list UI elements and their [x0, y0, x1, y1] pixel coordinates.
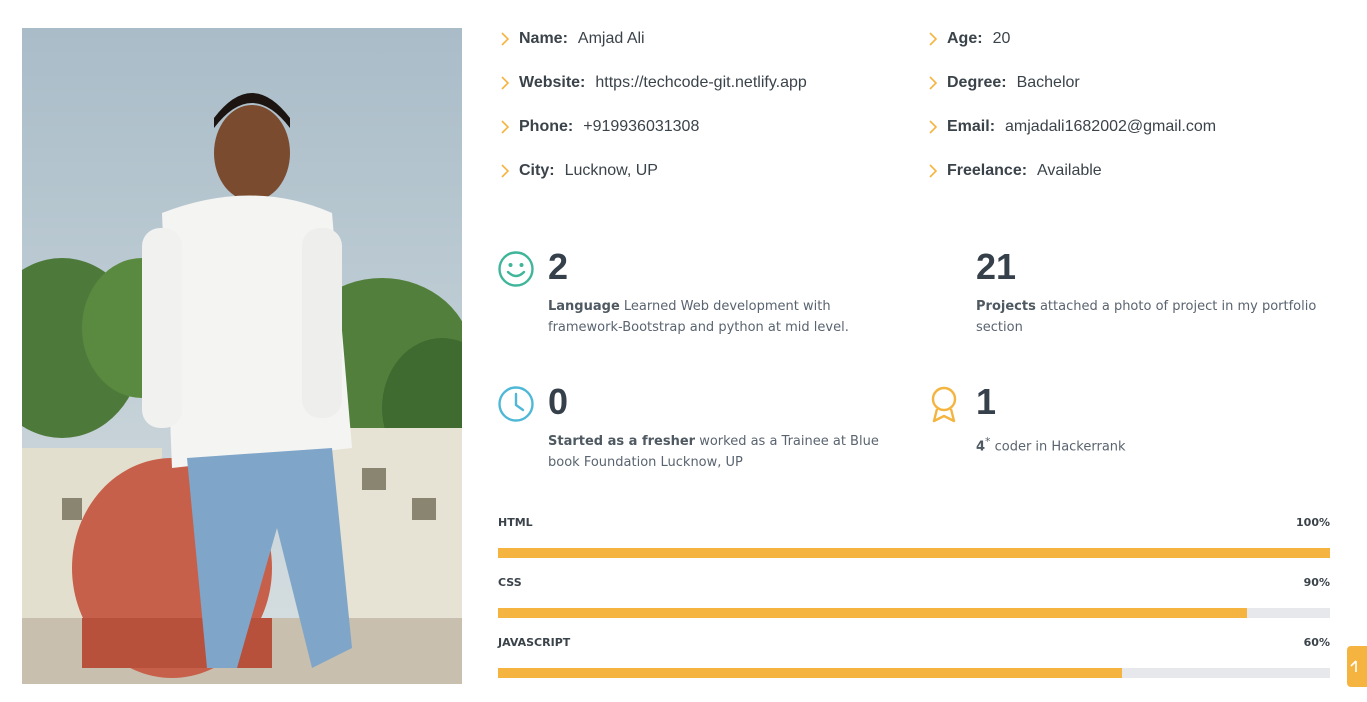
clock-icon — [497, 385, 535, 425]
info-label: Phone: — [519, 118, 574, 135]
counter-description: 4* coder in Hackerrank — [976, 431, 1336, 457]
info-label: Website: — [519, 74, 586, 91]
info-name: Name: Amjad Ali — [498, 28, 645, 50]
skill-name-css: CSS — [498, 576, 522, 589]
counter-title: Projects — [976, 299, 1036, 314]
info-value: Lucknow, UP — [564, 162, 658, 179]
chevron-right-icon — [926, 116, 940, 138]
skill-bar-fill — [498, 548, 1330, 558]
info-value: 20 — [992, 30, 1011, 47]
info-label: City: — [519, 162, 555, 179]
counter-title: Started as a fresher — [548, 434, 696, 449]
info-value: Bachelor — [1016, 74, 1080, 91]
chevron-right-icon — [498, 28, 512, 50]
counter-description: Started as a fresher worked as a Trainee… — [548, 431, 908, 473]
skill-name-javascript: JAVASCRIPT — [498, 636, 571, 649]
profile-photo — [22, 28, 462, 684]
smile-icon — [497, 250, 535, 290]
portrait-photo — [22, 28, 462, 684]
info-website: Website: https://techcode-git.netlify.ap… — [498, 72, 807, 94]
counter-number: 0 — [548, 381, 569, 422]
counter-title: Language — [548, 299, 620, 314]
info-value: Available — [1037, 162, 1102, 179]
chevron-right-icon — [498, 160, 512, 182]
info-label: Freelance: — [947, 162, 1028, 179]
chevron-right-icon — [926, 160, 940, 182]
info-value: +919936031308 — [583, 118, 700, 135]
award-icon — [928, 385, 966, 425]
skill-bar-css — [498, 608, 1330, 618]
counter-description: Projects attached a photo of project in … — [976, 296, 1336, 338]
counter-title: 4 — [976, 439, 986, 455]
chevron-right-icon — [498, 72, 512, 94]
counter-description: Language Learned Web development with fr… — [548, 296, 908, 338]
skill-bar-fill — [498, 668, 1122, 678]
info-value: Amjad Ali — [577, 30, 645, 47]
email-link[interactable]: amjadali1682002@gmail.com — [1005, 118, 1216, 136]
info-age: Age: 20 — [926, 28, 1010, 50]
info-label: Age: — [947, 30, 983, 47]
skill-bar-html — [498, 548, 1330, 558]
counter-text: coder in Hackerrank — [990, 439, 1126, 455]
info-phone: Phone: +919936031308 — [498, 116, 699, 138]
skill-bar-fill — [498, 608, 1247, 618]
skill-bar-javascript — [498, 668, 1330, 678]
counter-number: 21 — [976, 246, 1017, 287]
back-to-top-button[interactable] — [1347, 646, 1367, 687]
info-degree: Degree: Bachelor — [926, 72, 1080, 94]
skill-percent-html: 100% — [1296, 516, 1330, 529]
skill-percent-javascript: 60% — [1303, 636, 1330, 649]
info-email: Email: amjadali1682002@gmail.com — [926, 116, 1216, 138]
info-city: City: Lucknow, UP — [498, 160, 658, 182]
counter-number: 1 — [976, 381, 997, 422]
website-link[interactable]: https://techcode-git.netlify.app — [595, 74, 806, 92]
info-label: Degree: — [947, 74, 1007, 91]
arrow-up-icon — [1350, 660, 1357, 672]
info-freelance: Freelance: Available — [926, 160, 1102, 182]
info-label: Name: — [519, 30, 568, 47]
skill-percent-css: 90% — [1303, 576, 1330, 589]
chevron-right-icon — [926, 72, 940, 94]
chevron-right-icon — [926, 28, 940, 50]
counter-number: 2 — [548, 246, 569, 287]
chevron-right-icon — [498, 116, 512, 138]
info-label: Email: — [947, 118, 996, 135]
skill-name-html: HTML — [498, 516, 533, 529]
